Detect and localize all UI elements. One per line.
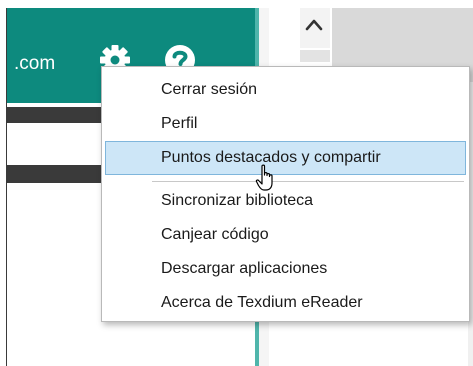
hand-pointer-icon	[255, 164, 277, 192]
account-menu: Cerrar sesión Perfil Puntos destacados y…	[101, 66, 470, 322]
menu-item-redeem-code[interactable]: Canjear código	[105, 218, 466, 252]
account-domain: .com	[14, 53, 56, 74]
left-border	[6, 8, 7, 366]
menu-item-download-apps[interactable]: Descargar aplicaciones	[105, 252, 466, 286]
chevron-up-icon	[305, 18, 323, 32]
menu-item-profile[interactable]: Perfil	[105, 107, 466, 141]
menu-item-highlights-share[interactable]: Puntos destacados y compartir	[105, 141, 466, 175]
menu-item-sync-library[interactable]: Sincronizar biblioteca	[105, 184, 466, 218]
scrollbar-thumb[interactable]	[300, 50, 330, 62]
menu-item-logout[interactable]: Cerrar sesión	[105, 73, 466, 107]
menu-item-about[interactable]: Acerca de Texdium eReader	[105, 286, 466, 320]
menu-separator	[152, 181, 464, 182]
